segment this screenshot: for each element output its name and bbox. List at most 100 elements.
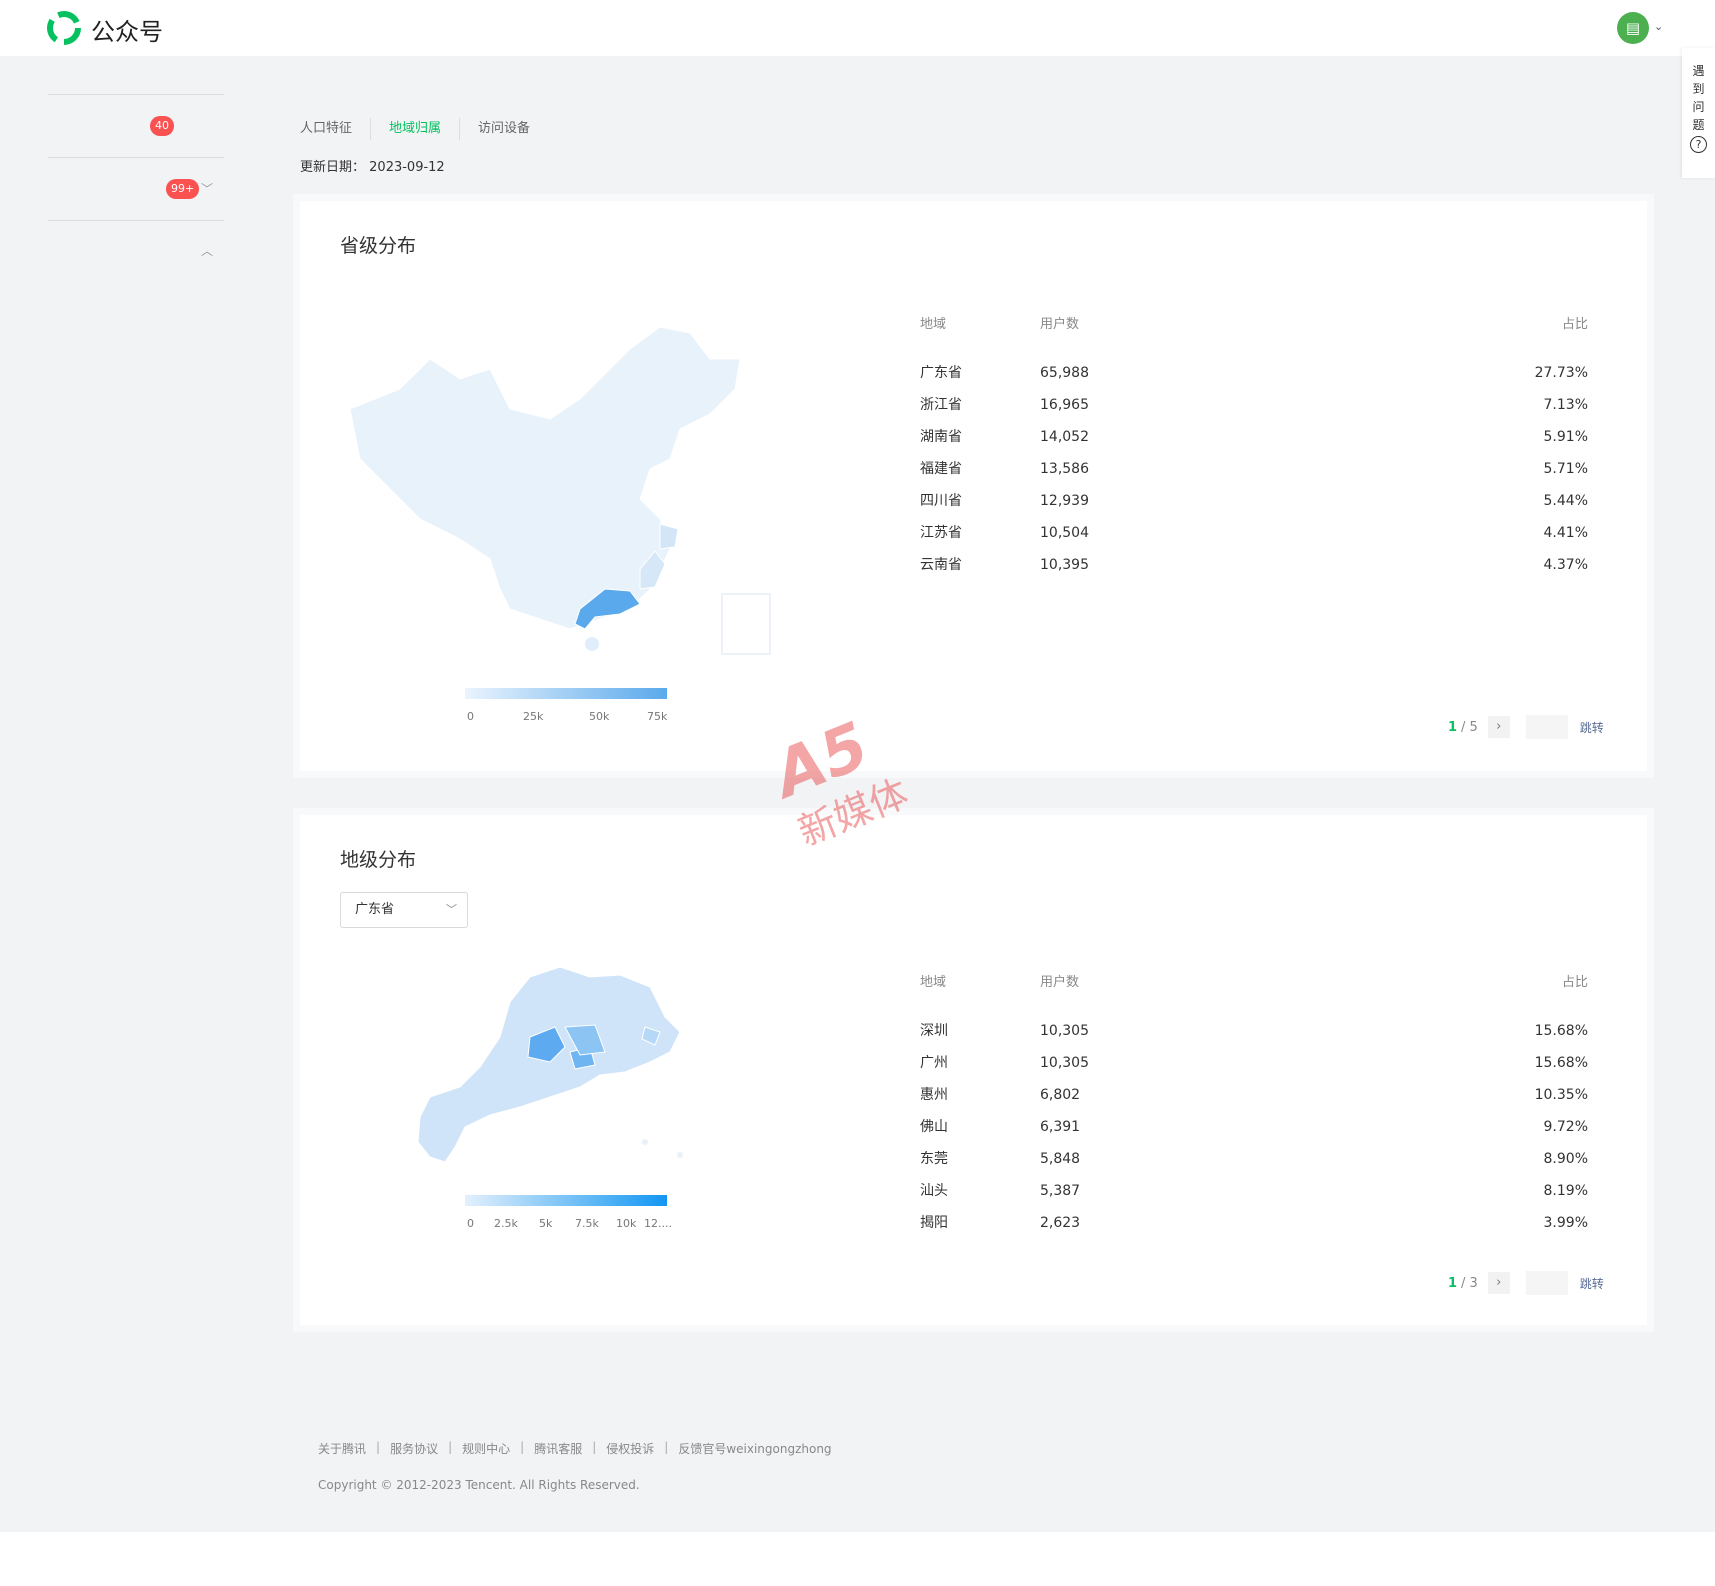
island-dot	[677, 1152, 683, 1158]
cell-region: 云南省	[920, 557, 962, 573]
tab-demographics[interactable]: 人口特征	[300, 118, 372, 140]
col-users: 用户数	[1040, 975, 1080, 990]
chevron-right-icon[interactable]: ›	[1487, 1272, 1510, 1294]
cell-users: 5,387	[1040, 1183, 1081, 1199]
footer-link[interactable]: 服务协议	[390, 1440, 438, 1457]
footer-separator: |	[520, 1440, 525, 1454]
footer-separator: |	[376, 1440, 381, 1454]
pagination: 1 / 3 › 跳转	[1448, 1271, 1604, 1295]
page-jump-input[interactable]	[1525, 715, 1568, 739]
cell-users: 65,988	[1040, 365, 1089, 381]
help-float-button[interactable]: 遇 到 问 题 ?	[1682, 48, 1715, 178]
cell-region: 佛山	[920, 1119, 948, 1135]
col-region: 地域	[920, 975, 947, 990]
card-title: 地级分布	[340, 849, 417, 871]
card-title: 省级分布	[340, 235, 417, 257]
page-jump-button[interactable]: 跳转	[1580, 719, 1604, 736]
cell-region: 汕头	[920, 1183, 948, 1199]
chevron-down-icon[interactable]: ⌄	[1654, 20, 1663, 33]
legend-label: 25k	[523, 710, 544, 723]
brand-name[interactable]: 公众号	[91, 12, 163, 47]
guangdong-landmass	[417, 966, 681, 1163]
sidebar-badge-count: 40	[150, 116, 174, 136]
footer-link[interactable]: 侵权投诉	[606, 1440, 654, 1457]
chevron-up-icon[interactable]: ︿	[201, 242, 213, 259]
page-separator: /	[1461, 1275, 1466, 1291]
page-jump-input[interactable]	[1525, 1271, 1568, 1295]
cell-region: 揭阳	[920, 1215, 948, 1231]
cell-region: 广东省	[920, 365, 962, 381]
legend-label: 10k	[616, 1217, 637, 1230]
table-header: 地域 用户数 占比	[920, 971, 1588, 997]
cell-users: 13,586	[1040, 461, 1089, 477]
chevron-down-icon[interactable]: ﹀	[201, 180, 213, 197]
legend-label: 50k	[589, 710, 610, 723]
cell-region: 江苏省	[920, 525, 962, 541]
help-text-char: 题	[1692, 118, 1705, 132]
table-row: 福建省 13,586 5.71%	[920, 453, 1588, 485]
help-text-char: 遇	[1692, 64, 1705, 78]
cell-ratio: 10.35%	[1534, 1087, 1588, 1103]
legend-gradient	[465, 688, 667, 699]
province-select[interactable]: 广东省 ﹀	[340, 892, 468, 928]
tab-devices[interactable]: 访问设备	[478, 118, 548, 140]
cell-ratio: 5.44%	[1543, 493, 1588, 509]
city-table: 地域 用户数 占比 深圳 10,305 15.68% 广州 10,305 15.68% …	[920, 971, 1588, 1239]
guangdong-map[interactable]	[410, 957, 700, 1172]
top-bar: 公众号 ▤ ⌄	[0, 0, 1715, 56]
cell-region: 广州	[920, 1055, 948, 1071]
col-users: 用户数	[1040, 317, 1080, 332]
province-distribution-card: 省级分布 0 25k 50k 75k 地域 用户数 占比 广东省 65,988 27…	[300, 201, 1647, 771]
cell-ratio: 4.37%	[1543, 557, 1588, 573]
cell-region: 福建省	[920, 461, 962, 477]
page-separator: /	[1461, 719, 1466, 735]
chevron-right-icon[interactable]: ›	[1487, 716, 1510, 738]
page-current: 1	[1448, 1275, 1458, 1291]
page-total: 5	[1469, 719, 1478, 735]
cell-users: 10,305	[1040, 1055, 1089, 1071]
cell-ratio: 7.13%	[1543, 397, 1588, 413]
table-row: 云南省 10,395 4.37%	[920, 549, 1588, 581]
footer-link[interactable]: 腾讯客服	[534, 1440, 582, 1457]
cell-ratio: 15.68%	[1534, 1055, 1588, 1071]
province-table: 地域 用户数 占比 广东省 65,988 27.73% 浙江省 16,965 7.13%…	[920, 313, 1588, 581]
footer-link[interactable]: 关于腾讯	[318, 1440, 366, 1457]
footer-separator: |	[664, 1440, 669, 1454]
page-jump-button[interactable]: 跳转	[1580, 1275, 1604, 1292]
tab-bar: 人口特征 地域归属 访问设备	[300, 118, 566, 140]
update-date: 更新日期： 2023-09-12	[300, 156, 445, 175]
sidebar-badge-count: 99+	[166, 179, 200, 199]
cell-users: 14,052	[1040, 429, 1089, 445]
help-text-char: 到	[1692, 82, 1705, 96]
legend-gradient	[465, 1195, 667, 1206]
table-header: 地域 用户数 占比	[920, 313, 1588, 339]
table-row: 揭阳 2,623 3.99%	[920, 1207, 1588, 1239]
page-bottom	[0, 1532, 1715, 1586]
cell-users: 10,305	[1040, 1023, 1089, 1039]
page-total: 3	[1469, 1275, 1478, 1291]
sidebar-divider	[48, 220, 224, 221]
footer-link[interactable]: 规则中心	[462, 1440, 510, 1457]
region-zhejiang	[659, 523, 679, 550]
document-icon: ▤	[1625, 19, 1641, 37]
page-current: 1	[1448, 719, 1458, 735]
cell-users: 10,395	[1040, 557, 1089, 573]
cell-users: 6,391	[1040, 1119, 1081, 1135]
legend-label: 7.5k	[575, 1217, 599, 1230]
tab-region[interactable]: 地域归属	[389, 118, 461, 140]
cell-ratio: 15.68%	[1534, 1023, 1588, 1039]
legend-label: 2.5k	[494, 1217, 518, 1230]
footer-link[interactable]: 反馈官号weixingongzhong	[678, 1440, 831, 1457]
avatar[interactable]: ▤	[1617, 12, 1649, 44]
help-text-char: 问	[1692, 100, 1705, 114]
wechat-mp-logo-icon[interactable]	[46, 10, 82, 46]
cell-ratio: 3.99%	[1543, 1215, 1588, 1231]
table-row: 广东省 65,988 27.73%	[920, 357, 1588, 389]
china-map[interactable]	[340, 319, 780, 659]
update-value: 2023-09-12	[369, 160, 445, 175]
cell-region: 惠州	[920, 1087, 948, 1103]
sidebar-divider	[48, 157, 224, 158]
island-dot	[642, 1139, 648, 1145]
region-hainan	[585, 637, 599, 651]
copyright: Copyright © 2012-2023 Tencent. All Right…	[318, 1478, 640, 1492]
